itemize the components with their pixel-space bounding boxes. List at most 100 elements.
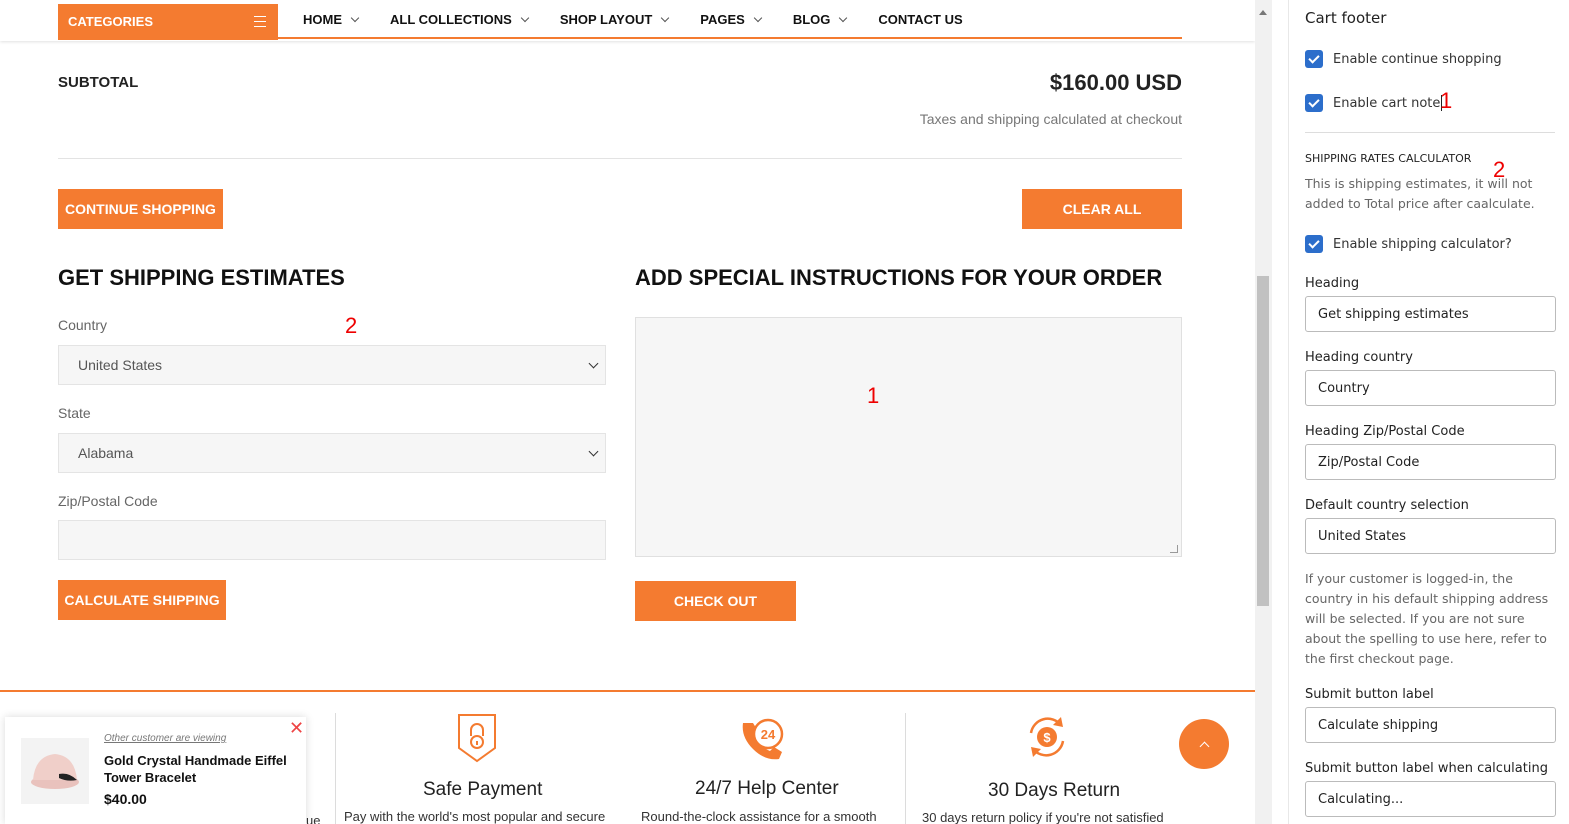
enable-continue-checkbox[interactable] (1305, 50, 1323, 68)
settings-panel: Cart footer Enable continue shopping Ena… (1288, 0, 1569, 824)
calculate-shipping-button[interactable]: CALCULATE SHIPPING (58, 580, 226, 620)
cap-image-icon (31, 754, 79, 789)
chevron-up-icon (1199, 741, 1209, 751)
zip-label: Zip/Postal Code (58, 493, 158, 509)
recent-view-popup[interactable]: Other customer are viewing Gold Crystal … (5, 717, 306, 824)
store-preview: CATEGORIES HOME ALL COLLECTIONS SHOP LAY… (0, 0, 1255, 824)
nav-item-shop-layout[interactable]: SHOP LAYOUT (559, 12, 670, 27)
close-icon[interactable]: ✕ (289, 719, 304, 737)
subtotal-label: SUBTOTAL (58, 74, 139, 91)
enable-note-checkbox[interactable] (1305, 94, 1323, 112)
chevron-down-icon (588, 446, 599, 457)
nav-item-label: BLOG (792, 12, 831, 27)
categories-button[interactable]: CATEGORIES (58, 4, 278, 40)
heading-zip-label: Heading Zip/Postal Code (1305, 424, 1465, 439)
nav-item-home[interactable]: HOME (303, 12, 360, 27)
enable-continue-label: Enable continue shopping (1333, 51, 1502, 67)
default-country-input[interactable]: United States (1305, 518, 1556, 554)
feature-separator (335, 713, 336, 824)
annotation-1: 1 (867, 383, 880, 408)
main-nav: CATEGORIES HOME ALL COLLECTIONS SHOP LAY… (0, 0, 1255, 41)
checkout-button[interactable]: CHECK OUT (635, 581, 796, 621)
enable-calc-checkbox-row[interactable]: Enable shipping calculator? (1305, 235, 1512, 253)
nav-item-label: SHOP LAYOUT (559, 12, 653, 27)
heading-country-label: Heading country (1305, 350, 1413, 365)
feature-desc: Round-the-clock assistance for a smooth (641, 809, 877, 824)
country-label: Country (58, 317, 108, 333)
submit-label-label: Submit button label (1305, 687, 1434, 702)
panel-title: Cart footer (1305, 9, 1387, 27)
enable-calc-checkbox[interactable] (1305, 235, 1323, 253)
subtotal-value: $160.00 USD (1049, 70, 1182, 95)
chevron-down-icon (520, 13, 530, 22)
svg-text:$: $ (1043, 730, 1051, 745)
footer-divider (0, 690, 1255, 692)
chevron-down-icon (350, 13, 360, 22)
nav-item-label: CONTACT US (878, 12, 963, 27)
shield-lock-icon (458, 714, 496, 763)
submit-calc-label-input[interactable]: Calculating... (1305, 781, 1556, 817)
heading-zip-input[interactable]: Zip/Postal Code (1305, 444, 1556, 480)
instructions-heading: ADD SPECIAL INSTRUCTIONS FOR YOUR ORDER (635, 265, 1163, 290)
phone-24-icon: 24 (742, 718, 784, 760)
feature-title: 30 Days Return (988, 780, 1121, 801)
state-label: State (58, 405, 91, 421)
shipping-heading: GET SHIPPING ESTIMATES (58, 265, 345, 290)
hamburger-icon (254, 16, 266, 27)
scroll-to-top-button[interactable] (1179, 719, 1229, 769)
product-price: $40.00 (104, 791, 147, 807)
enable-note-label: Enable cart note (1333, 95, 1441, 111)
svg-text:24: 24 (761, 727, 776, 742)
nav-item-blog[interactable]: BLOG (792, 12, 848, 27)
nav-item-pages[interactable]: PAGES (700, 12, 763, 27)
zip-input[interactable] (58, 520, 606, 560)
nav-item-label: HOME (303, 12, 342, 27)
nav-menu: HOME ALL COLLECTIONS SHOP LAYOUT PAGES B… (303, 12, 995, 27)
enable-note-checkbox-row[interactable]: Enable cart note (1305, 94, 1443, 112)
submit-label-input[interactable]: Calculate shipping (1305, 707, 1556, 743)
continue-shopping-button[interactable]: CONTINUE SHOPPING (58, 189, 223, 229)
feature-title: 24/7 Help Center (695, 778, 839, 799)
viewing-text: Other customer are viewing (104, 733, 227, 744)
chevron-down-icon (588, 358, 599, 369)
heading-label: Heading (1305, 276, 1360, 291)
nav-item-all-collections[interactable]: ALL COLLECTIONS (390, 12, 530, 27)
heading-country-input[interactable]: Country (1305, 370, 1556, 406)
enable-continue-checkbox-row[interactable]: Enable continue shopping (1305, 50, 1502, 68)
panel-subheading: SHIPPING RATES CALCULATOR (1305, 152, 1472, 165)
feature-desc: 30 days return policy if you're not sati… (922, 810, 1164, 824)
product-thumbnail[interactable] (21, 738, 89, 804)
submit-calc-label-label: Submit button label when calculating (1305, 761, 1548, 776)
feature-desc: Pay with the world's most popular and se… (344, 809, 606, 824)
annotation-1: 1 (1440, 88, 1453, 113)
chevron-down-icon (753, 13, 763, 22)
cart-note-textarea[interactable] (635, 317, 1182, 557)
chevron-down-icon (661, 13, 670, 22)
default-country-label: Default country selection (1305, 498, 1469, 513)
partial-text: ue (306, 813, 321, 824)
heading-input[interactable]: Get shipping estimates (1305, 296, 1556, 332)
scroll-up-arrow-icon[interactable] (1259, 10, 1267, 15)
annotation-2: 2 (345, 313, 358, 338)
nav-item-label: ALL COLLECTIONS (390, 12, 512, 27)
tax-note: Taxes and shipping calculated at checkou… (919, 111, 1182, 127)
state-select-value: Alabama (78, 445, 134, 461)
enable-calc-label: Enable shipping calculator? (1333, 236, 1512, 252)
state-select[interactable]: Alabama (58, 433, 606, 473)
categories-label: CATEGORIES (68, 14, 153, 29)
scroll-thumb[interactable] (1257, 276, 1269, 606)
nav-underline (278, 37, 1182, 39)
preview-scrollbar[interactable] (1255, 0, 1272, 824)
chevron-down-icon (839, 13, 848, 22)
feature-separator (905, 713, 906, 824)
divider (58, 158, 1182, 159)
nav-item-contact-us[interactable]: CONTACT US (878, 12, 962, 27)
product-name-link[interactable]: Gold Crystal Handmade Eiffel Tower Brace… (104, 752, 289, 786)
feature-title: Safe Payment (423, 779, 543, 800)
clear-all-button[interactable]: CLEAR ALL (1022, 189, 1182, 229)
default-country-help: If your customer is logged-in, the count… (1305, 571, 1549, 666)
resize-handle-icon[interactable] (1170, 545, 1178, 553)
country-select-value: United States (78, 357, 163, 373)
nav-item-label: PAGES (700, 12, 745, 27)
country-select[interactable]: United States (58, 345, 606, 385)
